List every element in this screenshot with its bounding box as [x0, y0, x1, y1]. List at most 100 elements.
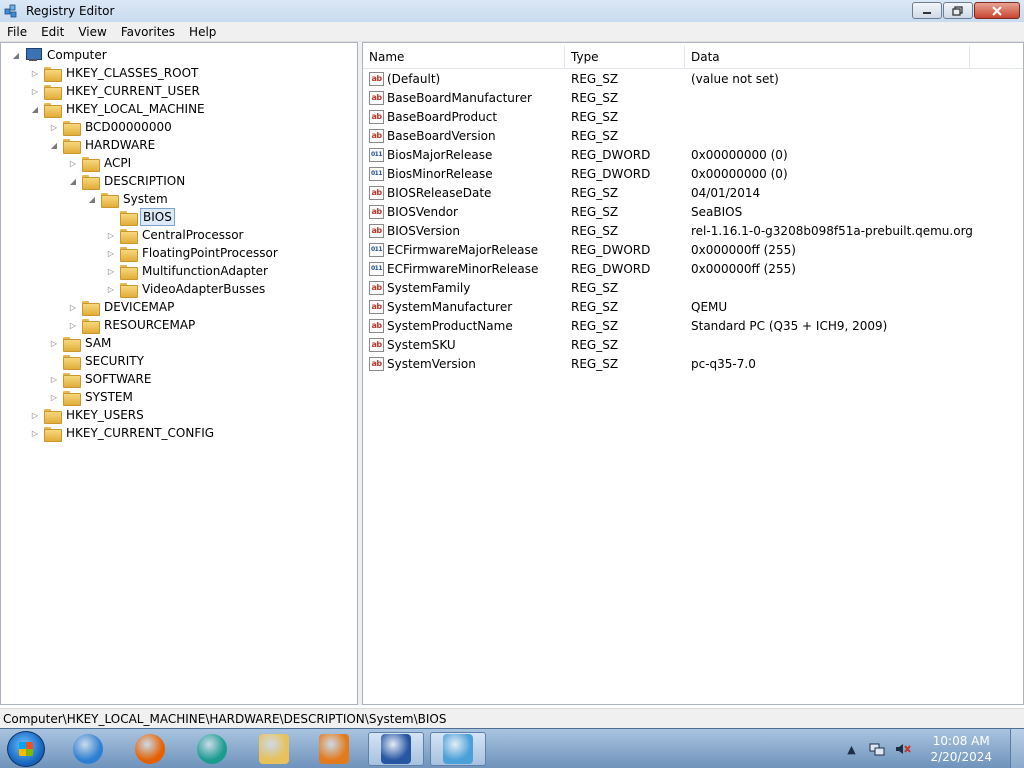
- value-row[interactable]: ab BaseBoardManufacturer REG_SZ: [363, 88, 1023, 107]
- values-list[interactable]: Name Type Data ab (Default) REG_SZ (value n…: [362, 42, 1024, 705]
- folder-icon: [120, 282, 138, 298]
- tree-node[interactable]: ▷ CentralProcessor: [106, 226, 246, 244]
- binary-value-icon: 011: [369, 166, 384, 181]
- column-header-name[interactable]: Name: [363, 46, 565, 68]
- tree-node[interactable]: ▷ HKEY_USERS: [30, 406, 146, 424]
- value-row[interactable]: ab (Default) REG_SZ (value not set): [363, 69, 1023, 88]
- tree-node[interactable]: ▷ ACPI: [68, 154, 133, 172]
- collapsed-arrow-icon[interactable]: ▷: [68, 158, 78, 168]
- network-icon[interactable]: [869, 741, 885, 757]
- collapsed-arrow-icon[interactable]: ▷: [106, 266, 116, 276]
- tree-node[interactable]: ▷ FloatingPointProcessor: [106, 244, 280, 262]
- collapsed-arrow-icon[interactable]: ▷: [106, 248, 116, 258]
- show-hidden-icons-icon[interactable]: ▲: [843, 741, 859, 757]
- clock[interactable]: 10:08 AM 2/20/2024: [930, 733, 992, 765]
- collapsed-arrow-icon[interactable]: ▷: [49, 122, 59, 132]
- expanded-arrow-icon[interactable]: ◢: [87, 194, 97, 204]
- value-data: QEMU: [691, 299, 728, 314]
- menu-help[interactable]: Help: [182, 25, 223, 39]
- collapsed-arrow-icon[interactable]: ▷: [30, 86, 40, 96]
- tree-node[interactable]: ▷ HKEY_CURRENT_USER: [30, 82, 202, 100]
- collapsed-arrow-icon[interactable]: ▷: [49, 392, 59, 402]
- collapsed-arrow-icon[interactable]: ▷: [30, 428, 40, 438]
- taskbar-media-player-button[interactable]: [306, 732, 362, 766]
- tree-node[interactable]: ◢ System: [87, 190, 170, 208]
- menu-file[interactable]: File: [0, 25, 34, 39]
- collapsed-arrow-icon[interactable]: ▷: [30, 410, 40, 420]
- taskbar-internet-explorer-button[interactable]: [60, 732, 116, 766]
- value-row[interactable]: ab BIOSVersion REG_SZ rel-1.16.1-0-g3208b09…: [363, 221, 1023, 240]
- expanded-arrow-icon[interactable]: ◢: [68, 176, 78, 186]
- close-button[interactable]: [974, 2, 1020, 19]
- tree-node[interactable]: ▷ SOFTWARE: [49, 370, 153, 388]
- taskbar-registry-editor-button[interactable]: [430, 732, 486, 766]
- collapsed-arrow-icon[interactable]: ▷: [30, 68, 40, 78]
- collapsed-arrow-icon[interactable]: ▷: [49, 338, 59, 348]
- expanded-arrow-icon[interactable]: ◢: [11, 50, 21, 60]
- tree-node[interactable]: ◢ DESCRIPTION: [68, 172, 187, 190]
- tree-node[interactable]: ▷ MultifunctionAdapter: [106, 262, 270, 280]
- value-type: REG_SZ: [571, 280, 619, 295]
- value-row[interactable]: ab BaseBoardVersion REG_SZ: [363, 126, 1023, 145]
- value-row[interactable]: ab BaseBoardProduct REG_SZ: [363, 107, 1023, 126]
- value-row[interactable]: 011 BiosMajorRelease REG_DWORD 0x00000000 (…: [363, 145, 1023, 164]
- collapsed-arrow-icon[interactable]: ▷: [68, 320, 78, 330]
- value-name-cell: ab BaseBoardProduct: [363, 109, 565, 124]
- value-row[interactable]: 011 ECFirmwareMajorRelease REG_DWORD 0x0000…: [363, 240, 1023, 259]
- tree-node[interactable]: ◢ Computer: [11, 46, 109, 64]
- collapsed-arrow-icon[interactable]: ▷: [49, 374, 59, 384]
- tree-node[interactable]: ▷ HKEY_CLASSES_ROOT: [30, 64, 200, 82]
- value-data: 0x000000ff (255): [691, 242, 796, 257]
- no-expander: [49, 356, 59, 366]
- expanded-arrow-icon[interactable]: ◢: [30, 104, 40, 114]
- tree-node[interactable]: ▷ SAM: [49, 334, 113, 352]
- value-row[interactable]: ab SystemManufacturer REG_SZ QEMU: [363, 297, 1023, 316]
- tree-node[interactable]: ▷ SYSTEM: [49, 388, 135, 406]
- column-header-type[interactable]: Type: [565, 46, 685, 68]
- title-bar[interactable]: Registry Editor: [0, 0, 1024, 22]
- string-value-icon: ab: [369, 337, 384, 352]
- taskbar-app-monitor-button[interactable]: [368, 732, 424, 766]
- system-tray: ▲ 10:08 AM 2/20/2024: [838, 729, 1024, 768]
- show-desktop-button[interactable]: [1010, 729, 1024, 768]
- collapsed-arrow-icon[interactable]: ▷: [106, 230, 116, 240]
- value-row[interactable]: ab SystemFamily REG_SZ: [363, 278, 1023, 297]
- tree-node[interactable]: ▷ BCD00000000: [49, 118, 174, 136]
- minimize-button[interactable]: [912, 2, 942, 19]
- tree-node[interactable]: ▷ VideoAdapterBusses: [106, 280, 267, 298]
- value-row[interactable]: ab SystemVersion REG_SZ pc-q35-7.0: [363, 354, 1023, 373]
- value-type: REG_DWORD: [571, 242, 651, 257]
- tree-node[interactable]: SECURITY: [49, 352, 146, 370]
- maximize-button[interactable]: [943, 2, 973, 19]
- value-type: REG_SZ: [571, 337, 619, 352]
- value-row[interactable]: 011 ECFirmwareMinorRelease REG_DWORD 0x0000…: [363, 259, 1023, 278]
- collapsed-arrow-icon[interactable]: ▷: [68, 302, 78, 312]
- start-button[interactable]: [7, 731, 45, 767]
- taskbar-app-teal-button[interactable]: [184, 732, 240, 766]
- tree-node[interactable]: ◢ HARDWARE: [49, 136, 157, 154]
- tree-node[interactable]: BIOS: [106, 208, 175, 226]
- tree-node-label: System: [123, 192, 168, 206]
- expanded-arrow-icon[interactable]: ◢: [49, 140, 59, 150]
- volume-muted-icon[interactable]: [895, 741, 912, 757]
- taskbar-file-explorer-button[interactable]: [246, 732, 302, 766]
- tree-node[interactable]: ▷ DEVICEMAP: [68, 298, 176, 316]
- tree-node[interactable]: ◢ HKEY_LOCAL_MACHINE: [30, 100, 207, 118]
- value-row[interactable]: ab SystemSKU REG_SZ: [363, 335, 1023, 354]
- menu-edit[interactable]: Edit: [34, 25, 71, 39]
- value-row[interactable]: 011 BiosMinorRelease REG_DWORD 0x00000000 (…: [363, 164, 1023, 183]
- value-row[interactable]: ab BIOSVendor REG_SZ SeaBIOS: [363, 202, 1023, 221]
- tree-node-label: Computer: [47, 48, 107, 62]
- column-header-data[interactable]: Data: [685, 46, 970, 68]
- tree-node[interactable]: ▷ RESOURCEMAP: [68, 316, 197, 334]
- tree-node-label: HKEY_CLASSES_ROOT: [66, 66, 199, 80]
- taskbar-firefox-button[interactable]: [122, 732, 178, 766]
- menu-view[interactable]: View: [71, 25, 113, 39]
- collapsed-arrow-icon[interactable]: ▷: [106, 284, 116, 294]
- value-row[interactable]: ab SystemProductName REG_SZ Standard PC (Q3…: [363, 316, 1023, 335]
- menu-favorites[interactable]: Favorites: [114, 25, 182, 39]
- value-row[interactable]: ab BIOSReleaseDate REG_SZ 04/01/2014: [363, 183, 1023, 202]
- tree-node-label: BIOS: [140, 208, 175, 226]
- tree-node[interactable]: ▷ HKEY_CURRENT_CONFIG: [30, 424, 216, 442]
- registry-tree[interactable]: ◢ Computer ▷ HKEY_CLASSES_ROOT ▷ HKEY_CURRENT…: [0, 42, 358, 705]
